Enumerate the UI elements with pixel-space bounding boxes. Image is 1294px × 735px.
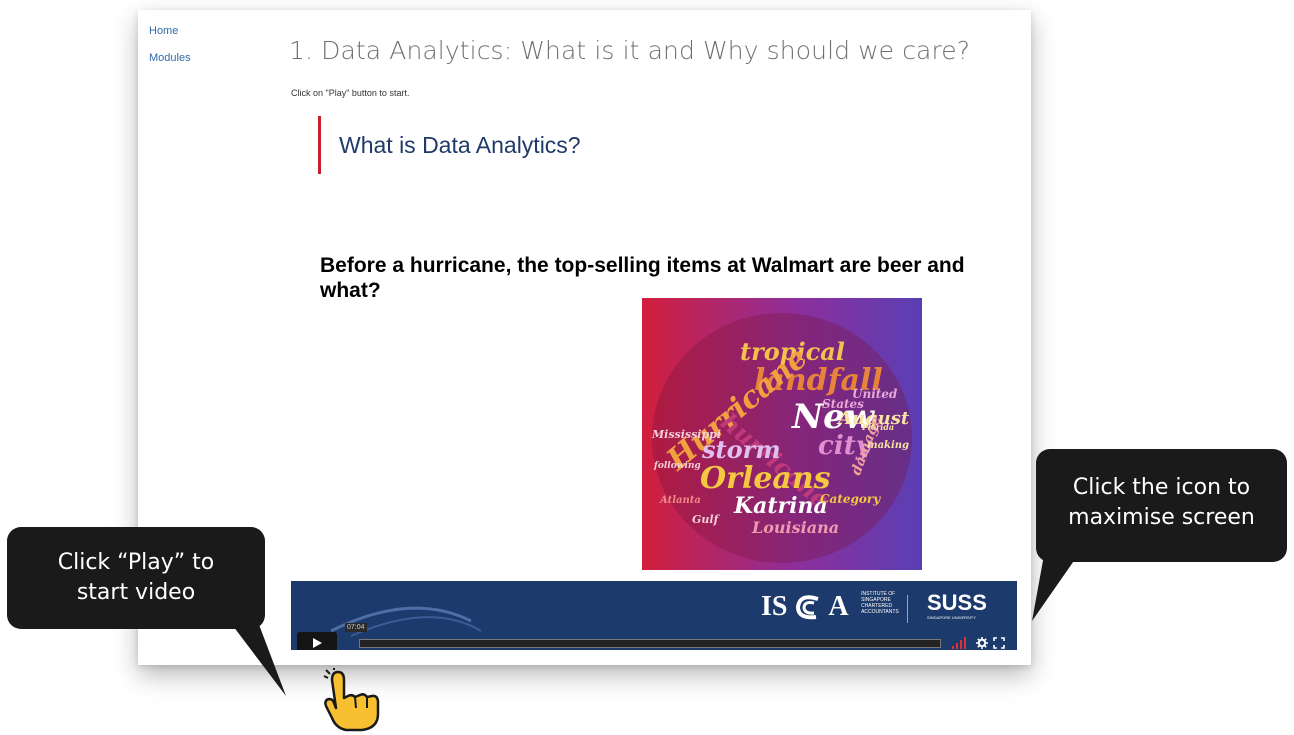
callout-right-pointer [1032,555,1078,621]
play-button[interactable] [297,632,337,650]
isca-logo: IS A INSTITUTE OF SINGAPORE CHARTERED AC… [761,591,899,622]
hurricane-wordcloud-image: tropical landfall Hurricane hurricane Ne… [642,298,922,570]
nav-link-modules[interactable]: Modules [149,52,191,64]
callout-text: Click the icon to [1072,475,1251,500]
course-page: Home Modules 1. Data Analytics: What is … [138,10,1031,665]
slide-footer-band: IS A INSTITUTE OF SINGAPORE CHARTERED AC… [291,581,1017,650]
fullscreen-icon[interactable] [993,637,1005,649]
play-instruction: Click on "Play" button to start. [291,88,410,98]
callout-text: maximise screen [1068,505,1255,530]
slide-accent-bar [318,116,321,174]
wordcloud-word: Orleans [700,461,831,496]
play-icon [313,638,322,648]
wordcloud-word: storm [701,435,781,464]
callout-play-instruction: Click “Play” to start video [7,527,265,629]
player-controls: 07:04 [297,623,1011,650]
pointing-hand-icon [323,668,380,732]
wordcloud-word: following [653,461,701,471]
gear-icon[interactable] [976,637,988,649]
progress-bar[interactable] [359,639,941,648]
volume-bars-icon[interactable] [951,636,971,650]
callout-text: Click “Play” to [57,550,215,575]
wordcloud-word: making [867,440,909,451]
suss-logo: SUSS SINGAPORE UNIVERSITY [927,590,987,621]
wordcloud-word: Florida [861,422,894,432]
logo-divider [907,595,908,623]
page-title: 1. Data Analytics: What is it and Why sh… [289,36,971,65]
wordcloud-word: States [822,397,864,411]
wordcloud-word: Category [820,492,881,506]
isca-subtitle: INSTITUTE OF SINGAPORE CHARTERED ACCOUNT… [861,591,899,615]
nav-link-home[interactable]: Home [149,25,178,37]
wordcloud-word: Atlanta [659,495,701,506]
callout-left-pointer [230,622,286,696]
time-display: 07:04 [345,623,367,632]
isca-swirl-icon [795,595,819,620]
wordcloud-word: Katrina [733,493,828,519]
slide-heading: What is Data Analytics? [339,132,581,158]
slide-question: Before a hurricane, the top-selling item… [320,254,965,302]
callout-text: start video [76,580,196,605]
wordcloud-graphic: tropical landfall Hurricane hurricane Ne… [651,313,912,563]
wordcloud-word: Louisiana [751,518,839,537]
wordcloud-word: Gulf [692,513,721,526]
video-player[interactable]: What is Data Analytics? Before a hurrica… [291,105,1017,650]
callout-maximise-instruction: Click the icon to maximise screen [1036,449,1287,562]
